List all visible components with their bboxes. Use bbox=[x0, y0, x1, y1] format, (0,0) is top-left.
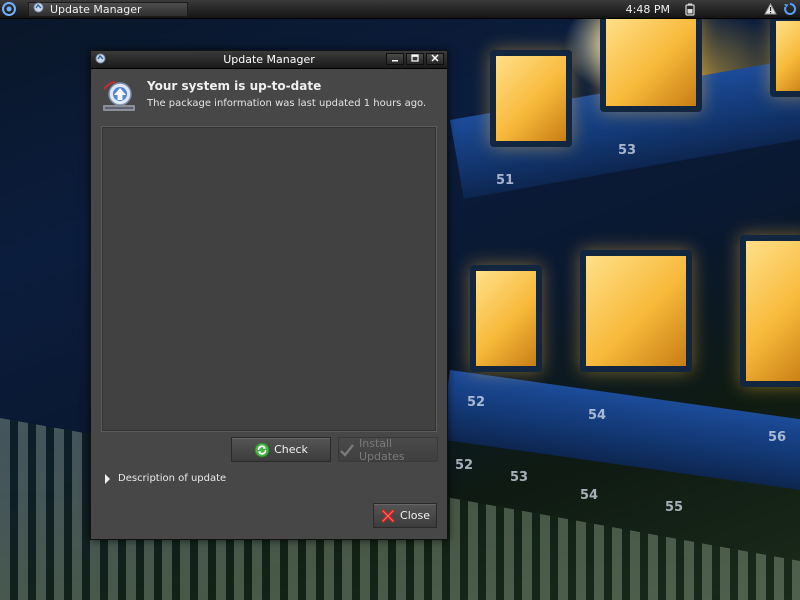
expander-arrow-icon bbox=[105, 473, 110, 484]
update-manager-window: Update Manager Your system is up-to-date… bbox=[90, 50, 448, 540]
status-subtitle: The package information was last updated… bbox=[147, 98, 427, 109]
background-label: 56 bbox=[768, 430, 787, 445]
background-label: 52 bbox=[467, 395, 486, 410]
close-red-x-icon bbox=[380, 508, 396, 524]
check-button-label: Check bbox=[274, 443, 308, 456]
desktop: 53 51 52 54 52 53 54 55 56 Update Manage… bbox=[0, 0, 800, 600]
background-label: 51 bbox=[496, 173, 515, 188]
background-label: 53 bbox=[510, 470, 529, 485]
background-label: 55 bbox=[665, 500, 684, 515]
background-vu-meter bbox=[470, 265, 542, 372]
background-label: 54 bbox=[588, 408, 607, 423]
install-updates-label: Install Updates bbox=[359, 436, 405, 463]
status-header: Your system is up-to-date The package in… bbox=[91, 69, 447, 129]
background-vu-meter bbox=[770, 15, 800, 97]
description-expander[interactable]: Description of update bbox=[105, 473, 226, 484]
warning-icon[interactable] bbox=[762, 1, 778, 17]
checkmark-icon bbox=[339, 442, 355, 458]
window-app-icon[interactable] bbox=[95, 53, 106, 67]
maximize-button[interactable] bbox=[406, 53, 424, 65]
background-label: 54 bbox=[580, 488, 599, 503]
top-panel: Update Manager 4:48 PM bbox=[0, 0, 800, 19]
close-window-button[interactable] bbox=[426, 53, 444, 65]
background-label: 52 bbox=[455, 458, 474, 473]
taskbar-item-label: Update Manager bbox=[50, 2, 142, 16]
expander-label: Description of update bbox=[118, 473, 227, 484]
background-vu-meter bbox=[580, 250, 692, 372]
minimize-button[interactable] bbox=[386, 53, 404, 65]
status-title: Your system is up-to-date bbox=[147, 79, 322, 93]
maximize-icon bbox=[411, 54, 419, 62]
close-button-label: Close bbox=[400, 509, 430, 522]
close-button[interactable]: Close bbox=[373, 503, 437, 528]
refresh-icon bbox=[254, 442, 270, 458]
install-updates-button[interactable]: Install Updates bbox=[338, 436, 438, 463]
background-panel-band bbox=[440, 370, 800, 495]
taskbar-item-update-manager[interactable]: Update Manager bbox=[28, 1, 188, 17]
battery-icon[interactable] bbox=[682, 1, 698, 17]
main-menu-icon[interactable] bbox=[0, 0, 18, 18]
update-notifier-icon[interactable] bbox=[782, 1, 798, 17]
background-vu-meter bbox=[600, 10, 702, 112]
update-list[interactable] bbox=[101, 126, 437, 432]
background-vu-meter bbox=[740, 235, 800, 387]
update-manager-icon bbox=[33, 2, 44, 16]
software-update-icon bbox=[101, 79, 139, 117]
panel-clock[interactable]: 4:48 PM bbox=[626, 3, 670, 16]
close-icon bbox=[431, 54, 439, 62]
window-titlebar[interactable]: Update Manager bbox=[91, 51, 447, 69]
background-label: 53 bbox=[618, 143, 637, 158]
minimize-icon bbox=[392, 60, 398, 62]
status-text: Your system is up-to-date The package in… bbox=[147, 79, 426, 109]
window-controls bbox=[386, 53, 444, 65]
check-button[interactable]: Check bbox=[231, 437, 331, 462]
background-vu-meter bbox=[490, 50, 572, 147]
